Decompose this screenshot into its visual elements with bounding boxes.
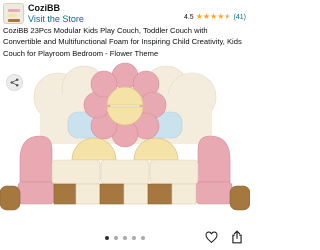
product-title: CoziBB 23Pcs Modular Kids Play Couch, To… xyxy=(3,26,242,58)
share-icon xyxy=(10,78,19,87)
half-star-icon: ★ xyxy=(224,13,231,22)
rating-summary[interactable]: 4.5 ★ ★ ★ ★ ★ (41) xyxy=(183,12,246,22)
star-icon: ★ xyxy=(202,12,211,21)
heart-icon[interactable] xyxy=(205,231,218,244)
rating-stars: ★ ★ ★ ★ ★ xyxy=(195,12,232,22)
star-icon: ★ xyxy=(195,12,203,21)
star-icon: ★ xyxy=(210,12,218,21)
product-image[interactable] xyxy=(0,62,250,222)
rating-value: 4.5 xyxy=(183,13,194,21)
carousel-dot[interactable] xyxy=(123,236,127,240)
star-icon: ★ xyxy=(217,12,225,21)
carousel-dot[interactable] xyxy=(141,236,145,240)
share-button[interactable] xyxy=(6,74,23,91)
upload-icon[interactable] xyxy=(230,230,244,244)
carousel-dot[interactable] xyxy=(132,236,136,240)
carousel-dot[interactable] xyxy=(114,236,118,240)
store-name[interactable]: CoziBB xyxy=(28,3,60,13)
rating-count[interactable]: (41) xyxy=(234,14,246,21)
store-logo-icon[interactable] xyxy=(3,3,24,24)
visit-store-link[interactable]: Visit the Store xyxy=(28,14,84,24)
carousel-dot[interactable] xyxy=(105,236,109,240)
